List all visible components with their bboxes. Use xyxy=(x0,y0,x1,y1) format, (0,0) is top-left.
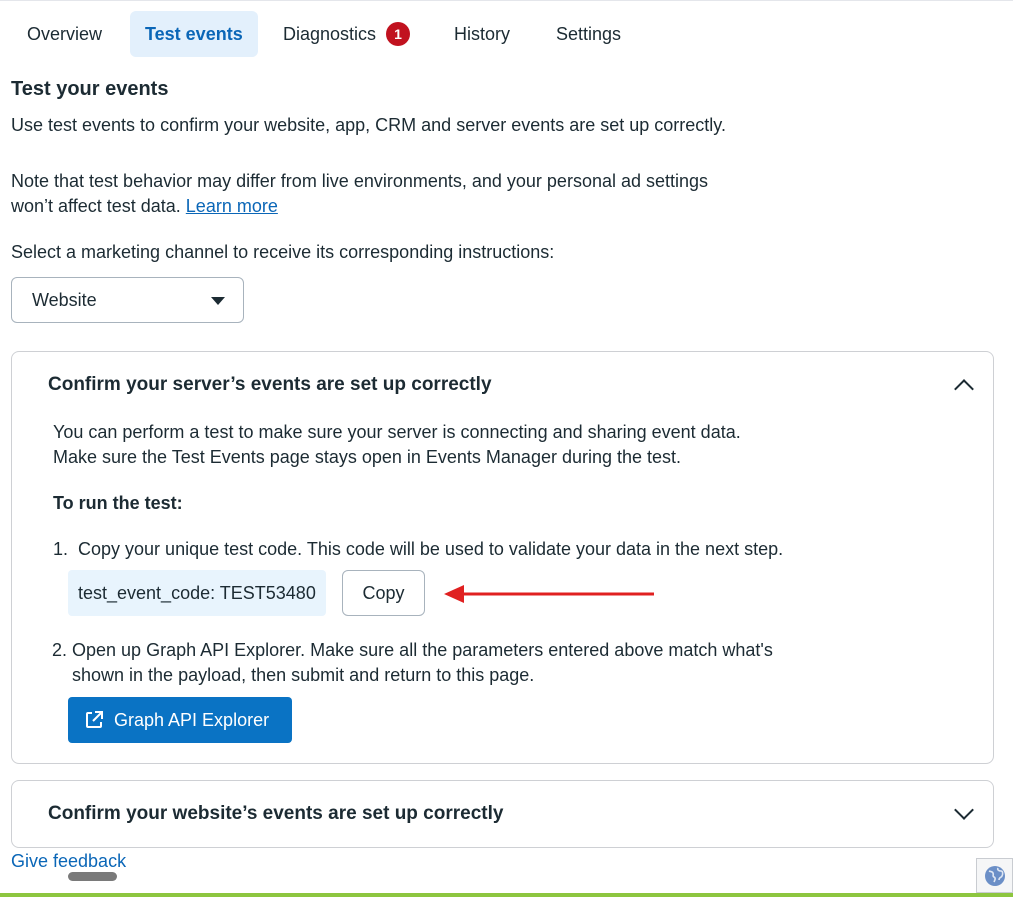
learn-more-link[interactable]: Learn more xyxy=(186,196,278,216)
server-desc-line2: Make sure the Test Events page stays ope… xyxy=(53,447,682,467)
note-text-line2: won’t affect test data. Learn more xyxy=(11,194,278,219)
note-text-line2-label: won’t affect test data. xyxy=(11,196,181,216)
channel-select[interactable]: Website xyxy=(11,277,244,323)
copy-button[interactable]: Copy xyxy=(342,570,425,616)
channel-select-prompt: Select a marketing channel to receive it… xyxy=(11,242,555,262)
tab-bar: Overview Test events Diagnostics 1 Histo… xyxy=(0,0,1013,68)
tab-label: Diagnostics xyxy=(283,23,377,44)
tab-history[interactable]: History xyxy=(439,11,525,57)
graph-api-explorer-button[interactable]: Graph API Explorer xyxy=(68,697,292,743)
copy-button-label: Copy xyxy=(362,582,405,603)
step-2-text-line1: 2. Open up Graph API Explorer. Make sure… xyxy=(52,640,773,660)
globe-button[interactable] xyxy=(976,858,1013,893)
red-arrow-icon xyxy=(444,585,654,603)
website-events-card[interactable]: Confirm your website’s events are set up… xyxy=(11,780,994,848)
channel-select-value: Website xyxy=(32,289,97,310)
give-feedback-link[interactable]: Give feedback xyxy=(11,851,126,872)
server-desc-line1: You can perform a test to make sure your… xyxy=(53,422,741,442)
website-card-title: Confirm your website’s events are set up… xyxy=(48,803,504,824)
server-card-title: Confirm your server’s events are set up … xyxy=(48,374,492,395)
tab-label: Test events xyxy=(145,23,243,44)
tab-overview[interactable]: Overview xyxy=(12,11,117,57)
diagnostics-badge: 1 xyxy=(386,22,411,46)
caret-down-icon xyxy=(211,297,225,305)
test-code-value: test_event_code: TEST53480 xyxy=(78,582,316,603)
test-code-box: test_event_code: TEST53480 xyxy=(68,570,326,616)
note-text-line1: Note that test behavior may differ from … xyxy=(11,171,709,191)
external-link-icon xyxy=(86,711,103,728)
server-events-card: Confirm your server’s events are set up … xyxy=(11,351,994,764)
chevron-up-icon[interactable] xyxy=(954,379,974,399)
tab-diagnostics[interactable]: Diagnostics 1 xyxy=(268,11,425,57)
bottom-accent-line xyxy=(0,893,1013,897)
intro-text: Use test events to confirm your website,… xyxy=(11,115,726,135)
chevron-down-icon[interactable] xyxy=(954,800,974,820)
tab-label: History xyxy=(454,23,511,44)
run-test-heading: To run the test: xyxy=(53,493,183,513)
step-1-text: 1. Copy your unique test code. This code… xyxy=(53,539,784,559)
graph-api-explorer-label: Graph API Explorer xyxy=(114,709,270,730)
tab-settings[interactable]: Settings xyxy=(541,11,636,57)
step-2-text-line2: shown in the payload, then submit and re… xyxy=(72,665,535,685)
page-title: Test your events xyxy=(11,78,169,100)
tab-test-events[interactable]: Test events xyxy=(130,11,258,57)
scroll-handle[interactable] xyxy=(68,872,117,881)
tab-label: Settings xyxy=(556,23,622,44)
tab-label: Overview xyxy=(27,23,103,44)
globe-icon xyxy=(984,865,1005,886)
